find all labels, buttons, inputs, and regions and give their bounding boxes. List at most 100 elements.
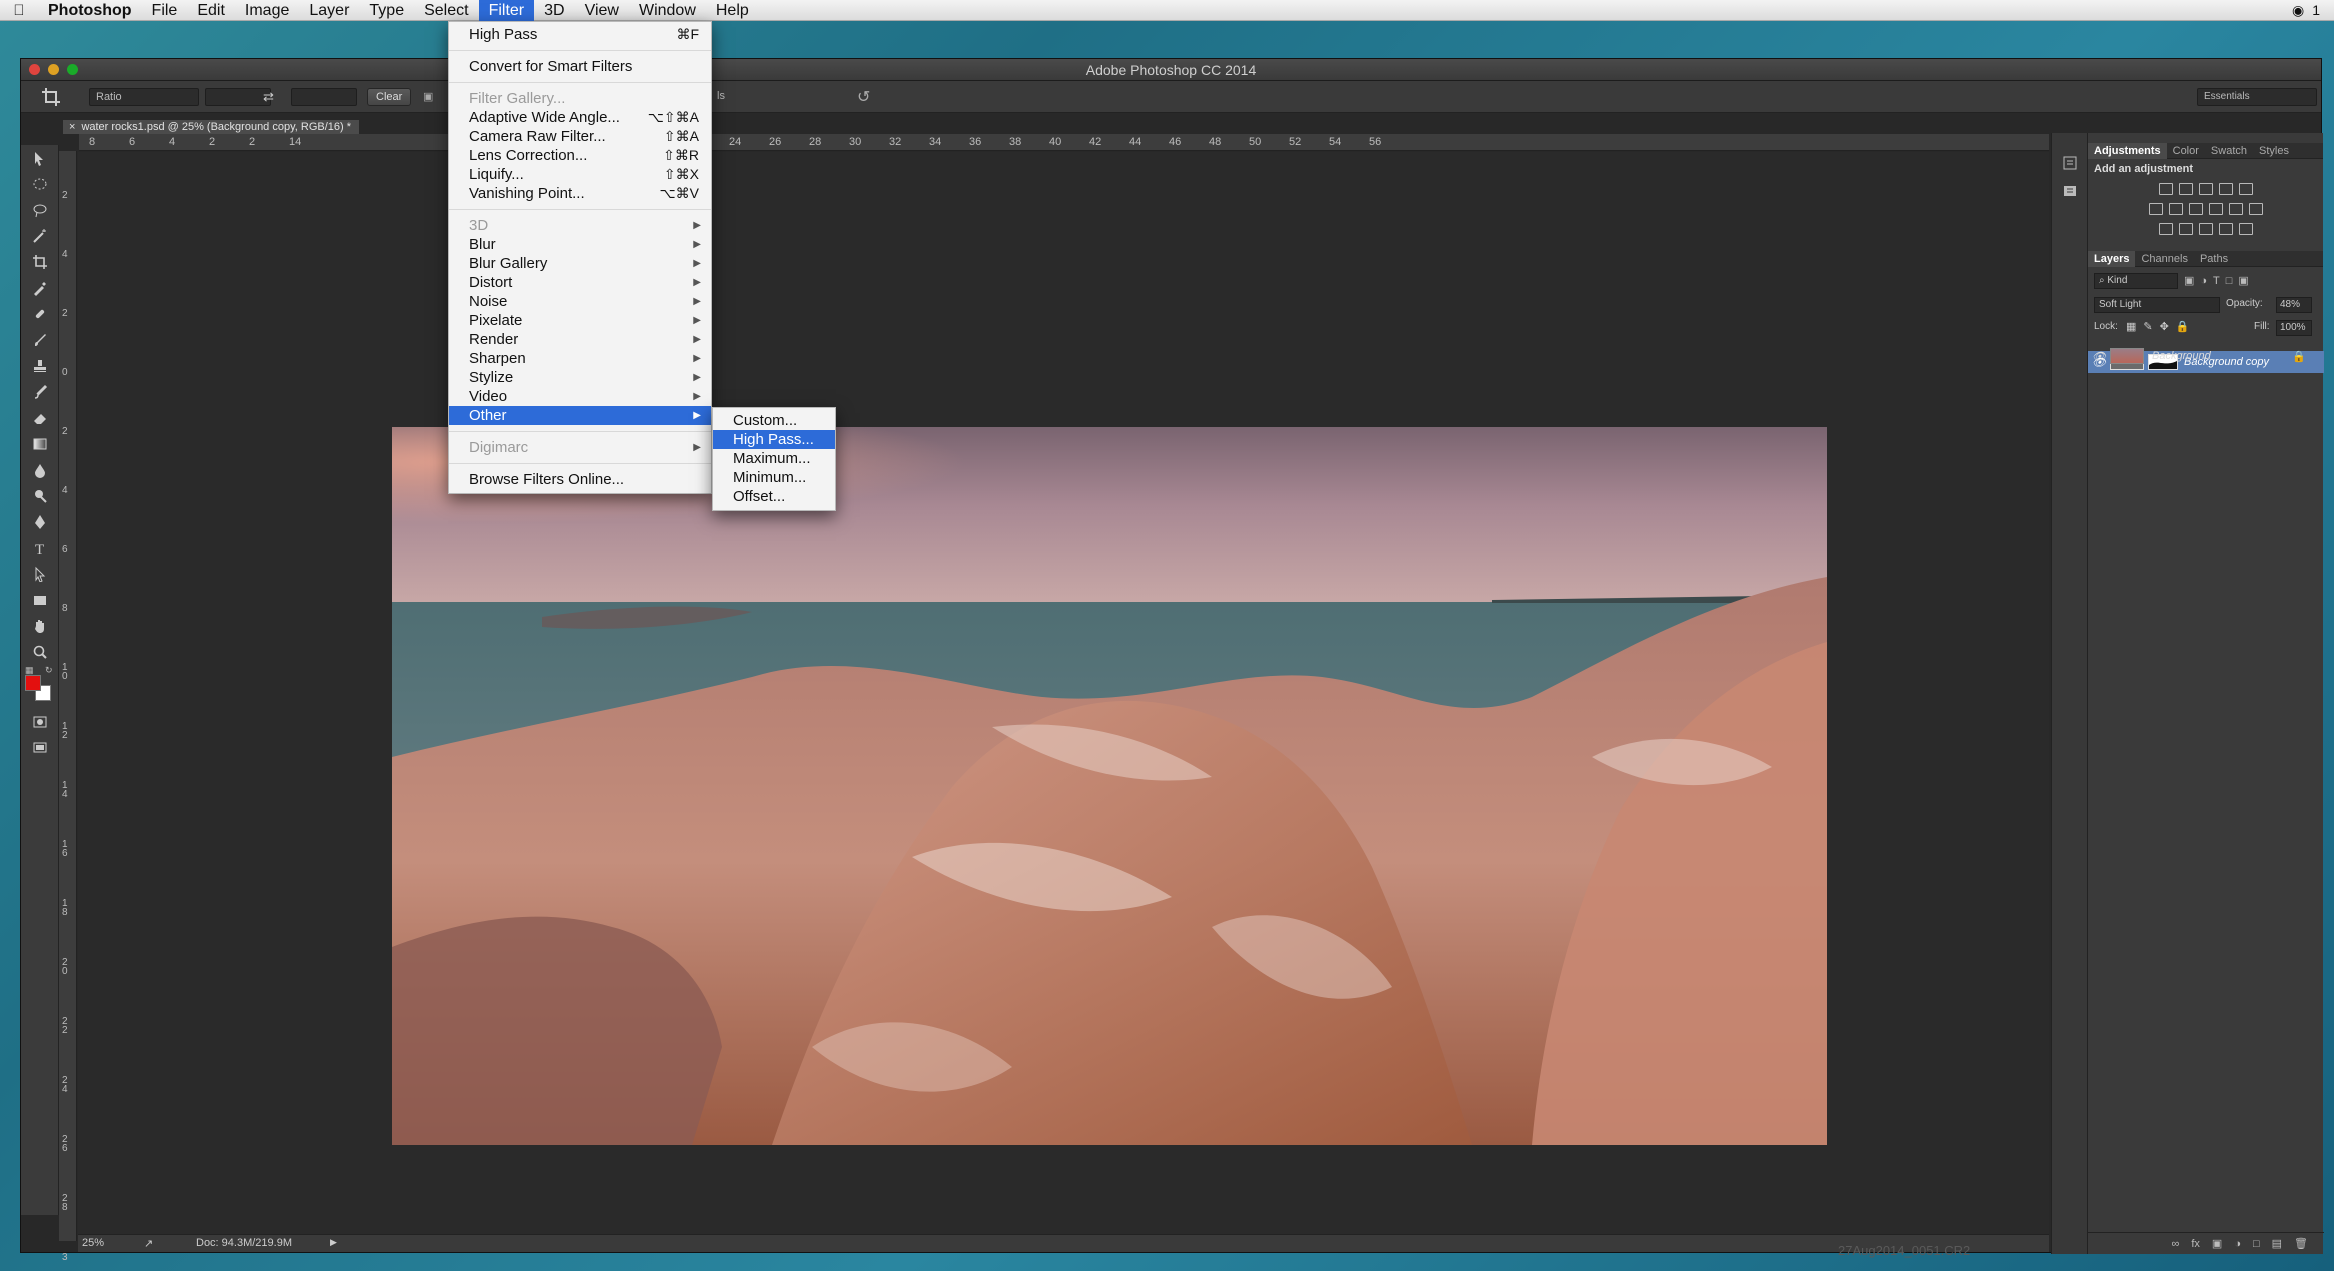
reset-icon[interactable]: ↺ <box>857 87 870 107</box>
properties-panel-icon[interactable] <box>2062 183 2078 199</box>
lock-icons[interactable]: ▦✎✥🔒 <box>2126 320 2197 333</box>
magic-wand-tool-icon[interactable] <box>21 223 59 249</box>
healing-brush-tool-icon[interactable] <box>21 301 59 327</box>
pen-tool-icon[interactable] <box>21 509 59 535</box>
swap-icon[interactable]: ⇄ <box>263 89 274 105</box>
filter-menu-camera-raw-filter[interactable]: Camera Raw Filter... ⇧⌘A <box>449 127 711 146</box>
black-white-icon[interactable] <box>2188 203 2203 215</box>
filter-menu-liquify[interactable]: Liquify... ⇧⌘X <box>449 165 711 184</box>
menu-select[interactable]: Select <box>414 0 478 21</box>
move-tool-icon[interactable] <box>21 145 59 171</box>
menu-help[interactable]: Help <box>706 0 759 21</box>
filter-menu-noise[interactable]: Noise ▶ <box>449 292 711 311</box>
document-tab[interactable]: × water rocks1.psd @ 25% (Background copy… <box>63 120 360 134</box>
canvas-area[interactable] <box>78 152 2049 1240</box>
filter-menu-pixelate[interactable]: Pixelate ▶ <box>449 311 711 330</box>
filter-menu-lens-correction[interactable]: Lens Correction... ⇧⌘R <box>449 146 711 165</box>
opacity-input[interactable]: 48% <box>2276 297 2312 313</box>
color-lookup-icon[interactable] <box>2248 203 2263 215</box>
exposure-icon[interactable] <box>2218 183 2233 195</box>
crop-width-input[interactable] <box>205 88 271 106</box>
filter-menu-vanishing-point[interactable]: Vanishing Point... ⌥⌘V <box>449 184 711 203</box>
apple-icon[interactable]:  <box>0 2 38 19</box>
filter-menu-render[interactable]: Render ▶ <box>449 330 711 349</box>
menu-app-name[interactable]: Photoshop <box>38 0 142 21</box>
filter-menu-blur[interactable]: Blur ▶ <box>449 235 711 254</box>
tab-channels[interactable]: Channels <box>2135 251 2193 267</box>
menu-edit[interactable]: Edit <box>187 0 235 21</box>
straighten-icon[interactable]: ▣ <box>423 90 433 103</box>
tab-adjustments[interactable]: Adjustments <box>2088 142 2167 159</box>
clear-button[interactable]: Clear <box>367 88 412 106</box>
layer-row-background[interactable]: 👁 Background 🔒 <box>2088 345 2324 367</box>
layer-filter-icons[interactable]: ▣◑T□▣ <box>2184 274 2255 287</box>
tab-swatch[interactable]: Swatch <box>2205 143 2253 159</box>
history-panel-icon[interactable] <box>2062 155 2078 171</box>
gradient-tool-icon[interactable] <box>21 431 59 457</box>
lasso-tool-icon[interactable] <box>21 197 59 223</box>
quick-mask-icon[interactable] <box>21 709 59 735</box>
tab-paths[interactable]: Paths <box>2194 251 2234 267</box>
layer-name[interactable]: Background <box>2152 350 2292 362</box>
menu-layer[interactable]: Layer <box>299 0 359 21</box>
workspace-select[interactable]: Essentials <box>2197 88 2317 106</box>
photo-filter-icon[interactable] <box>2208 203 2223 215</box>
menu-type[interactable]: Type <box>359 0 414 21</box>
eraser-tool-icon[interactable] <box>21 405 59 431</box>
zoom-tool-icon[interactable] <box>21 639 59 665</box>
other-submenu-custom[interactable]: Custom... <box>713 411 835 430</box>
threshold-icon[interactable] <box>2198 223 2213 235</box>
other-submenu-offset[interactable]: Offset... <box>713 487 835 506</box>
other-submenu-minimum[interactable]: Minimum... <box>713 468 835 487</box>
layer-filter-kind-select[interactable]: ⌕ Kind <box>2094 273 2178 289</box>
visibility-eye-icon[interactable]: 👁 <box>2088 350 2110 363</box>
link-layers-icon[interactable]: ∞ <box>2172 1238 2180 1250</box>
new-group-icon[interactable]: □ <box>2253 1238 2260 1250</box>
filter-menu-adaptive-wide-angle[interactable]: Adaptive Wide Angle... ⌥⇧⌘A <box>449 108 711 127</box>
share-icon[interactable]: ↗ <box>144 1237 153 1250</box>
swap-colors-icon[interactable]: ↻ <box>45 665 53 676</box>
fill-input[interactable]: 100% <box>2276 320 2312 336</box>
delete-layer-icon[interactable]: 🗑 <box>2294 1237 2308 1250</box>
crop-tool-panel-icon[interactable] <box>21 249 59 275</box>
path-selection-tool-icon[interactable] <box>21 561 59 587</box>
rectangle-tool-icon[interactable] <box>21 587 59 613</box>
creative-cloud-icon[interactable]: ◉ <box>2292 2 2304 19</box>
filter-menu-convert-for-smart-filters[interactable]: Convert for Smart Filters <box>449 57 711 76</box>
posterize-icon[interactable] <box>2178 223 2193 235</box>
menu-image[interactable]: Image <box>235 0 299 21</box>
gradient-map-icon[interactable] <box>2218 223 2233 235</box>
crop-ratio-select[interactable]: Ratio <box>89 88 199 106</box>
levels-icon[interactable] <box>2178 183 2193 195</box>
menu-window[interactable]: Window <box>629 0 706 21</box>
doc-size-info[interactable]: Doc: 94.3M/219.9M <box>196 1237 292 1249</box>
marquee-tool-icon[interactable] <box>21 171 59 197</box>
other-submenu-high-pass[interactable]: High Pass... <box>713 430 835 449</box>
layer-style-icon[interactable]: fx <box>2191 1238 2200 1250</box>
adjustment-layer-icon[interactable]: ◑ <box>2234 1238 2241 1250</box>
invert-icon[interactable] <box>2158 223 2173 235</box>
close-doc-icon[interactable]: × <box>69 121 75 133</box>
channel-mixer-icon[interactable] <box>2228 203 2243 215</box>
other-submenu-maximum[interactable]: Maximum... <box>713 449 835 468</box>
tab-styles[interactable]: Styles <box>2253 143 2295 159</box>
screen-mode-icon[interactable] <box>21 735 59 761</box>
eyedropper-tool-icon[interactable] <box>21 275 59 301</box>
clone-stamp-tool-icon[interactable] <box>21 353 59 379</box>
hand-tool-icon[interactable] <box>21 613 59 639</box>
new-layer-icon[interactable]: ▤ <box>2272 1237 2282 1250</box>
crop-tool-icon[interactable] <box>41 87 61 107</box>
status-menu-arrow-icon[interactable]: ▶ <box>330 1237 337 1248</box>
menu-view[interactable]: View <box>575 0 629 21</box>
menu-3d[interactable]: 3D <box>534 0 574 21</box>
menu-file[interactable]: File <box>142 0 188 21</box>
color-balance-icon[interactable] <box>2168 203 2183 215</box>
blend-mode-select[interactable]: Soft Light <box>2094 297 2220 313</box>
foreground-color-swatch[interactable] <box>25 675 41 691</box>
tab-layers[interactable]: Layers <box>2088 250 2136 267</box>
history-brush-tool-icon[interactable] <box>21 379 59 405</box>
filter-menu-high-pass[interactable]: High Pass ⌘F <box>449 25 711 44</box>
add-mask-icon[interactable]: ▣ <box>2212 1237 2222 1250</box>
filter-menu-stylize[interactable]: Stylize ▶ <box>449 368 711 387</box>
filter-menu-browse-filters-online[interactable]: Browse Filters Online... <box>449 470 711 489</box>
